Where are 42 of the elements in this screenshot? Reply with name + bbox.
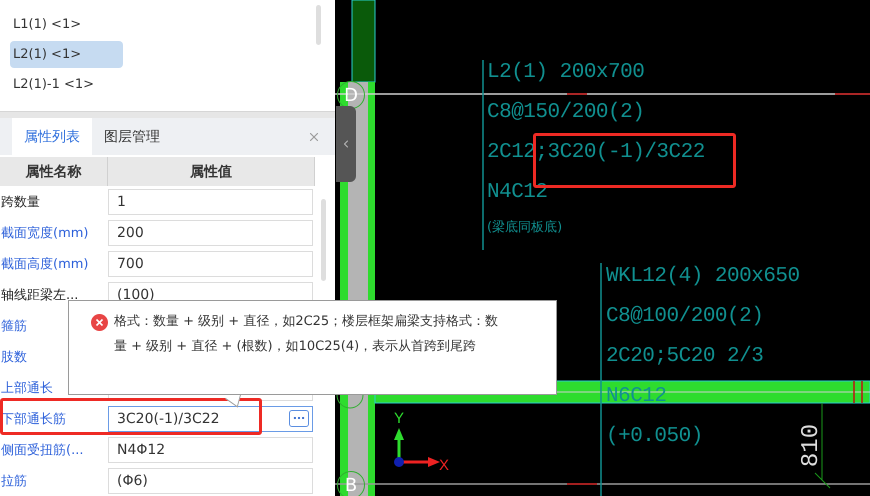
property-value-field[interactable]: 200	[108, 220, 313, 246]
beam-annotation: (+0.050)	[606, 424, 704, 450]
property-name: 箍筋	[0, 318, 27, 334]
beam-annotation: 2C20;5C20 2/3	[606, 344, 764, 370]
property-name: 跨数量	[0, 194, 40, 210]
property-name: 肢数	[0, 348, 27, 366]
grid-axis-bubble: B	[337, 471, 365, 496]
property-name: 上部通长	[0, 380, 53, 396]
scrollbar-thumb[interactable]	[316, 5, 321, 45]
beam-annotation: N4C12	[487, 180, 549, 206]
panel-tab[interactable]: 属性列表	[12, 118, 92, 155]
beam-note: (梁底同板底)	[487, 219, 564, 236]
more-button[interactable]	[289, 410, 309, 426]
property-name: 侧面受扭筋(...	[0, 442, 84, 458]
error-icon	[91, 314, 108, 331]
tree-item[interactable]: L2(1)-1 <1>	[10, 71, 123, 98]
column-header: 属性值	[108, 157, 315, 186]
beam-annotation: C8@100/200(2)	[606, 304, 764, 330]
axis-arrows-icon	[394, 428, 440, 468]
tooltip-message: 格式：数量 + 级别 + 直径，如2C25；楼层框架扁梁支持格式：数量 + 级别 + 直径 + (根数)，如10C25(4)，表示从首跨到尾跨	[114, 313, 499, 356]
axis-label: Y	[394, 410, 404, 427]
axis-label: X	[439, 457, 450, 474]
property-value-field[interactable]: 700	[108, 250, 313, 276]
scrollbar-thumb[interactable]	[321, 199, 326, 281]
property-name: 截面宽度(mm)	[0, 224, 88, 242]
dimension-text: 810	[798, 424, 826, 468]
property-value-field[interactable]: 3C20(-1)/3C22	[108, 406, 313, 432]
property-name: 轴线距梁左...	[0, 286, 78, 304]
panel-tab[interactable]: 图层管理	[92, 118, 172, 155]
property-name: 下部通长筋	[0, 410, 66, 428]
property-name: 拉筋	[0, 472, 27, 490]
property-value-field[interactable]: (Φ6)	[108, 468, 313, 494]
beam-annotation: C8@150/200(2)	[487, 100, 646, 126]
column-header: 属性名称	[0, 157, 108, 186]
beam-annotation: WKL12(4) 200x650	[606, 264, 800, 290]
tree-item[interactable]: L2(1) <1>	[10, 41, 123, 68]
property-value-field[interactable]: N4Φ12	[108, 436, 313, 462]
property-value-field[interactable]: 1	[108, 188, 313, 214]
property-name: 截面高度(mm)	[0, 256, 88, 272]
collapse-handle[interactable]	[336, 106, 356, 182]
tree-item[interactable]: L1(1) <1>	[10, 11, 123, 38]
beam-annotation: L2(1) 200x700	[487, 60, 646, 86]
